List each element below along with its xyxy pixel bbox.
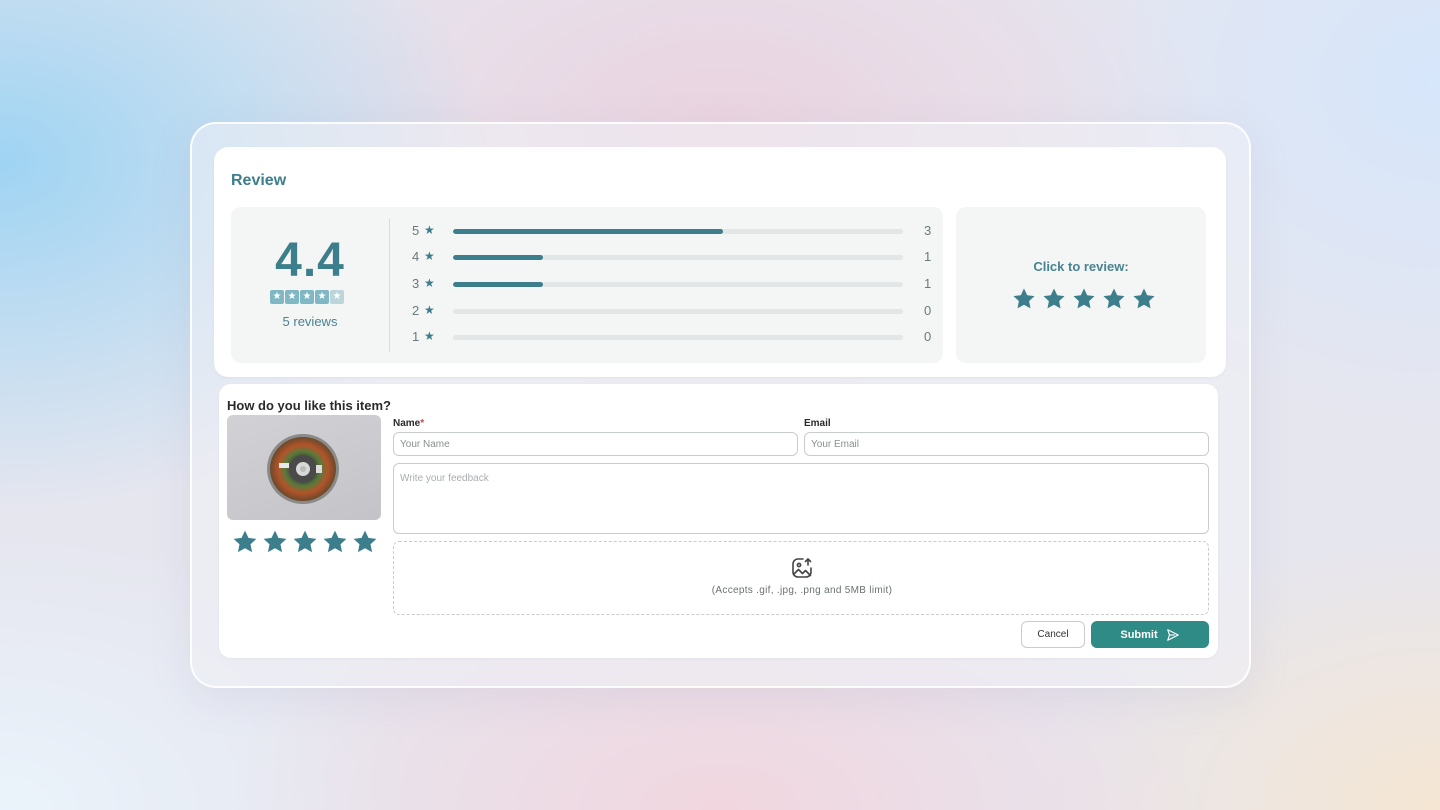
- distribution-bar: [453, 255, 903, 260]
- star-icon[interactable]: [1012, 287, 1036, 311]
- star-icon: ★: [424, 276, 435, 290]
- distribution-count: 1: [924, 249, 932, 264]
- review-count: 5 reviews: [282, 314, 338, 329]
- star-icon[interactable]: [232, 529, 258, 555]
- click-to-review-stars: [1012, 287, 1156, 311]
- distribution-count: 1: [924, 276, 932, 291]
- submit-button[interactable]: Submit: [1091, 621, 1209, 648]
- star-icon[interactable]: [262, 529, 288, 555]
- name-input[interactable]: [393, 432, 798, 456]
- average-rating: 4.4: [275, 234, 345, 287]
- distribution-count: 0: [924, 303, 932, 318]
- distribution-star-label: 3: [412, 276, 420, 291]
- summary-divider: [389, 219, 390, 352]
- star-icon: ★: [270, 290, 284, 304]
- distribution-row: 1 ★ 0: [412, 327, 932, 347]
- distribution-star-label: 5: [412, 223, 420, 238]
- cancel-button[interactable]: Cancel: [1021, 621, 1085, 648]
- star-icon[interactable]: [292, 529, 318, 555]
- name-label: Name*: [393, 418, 424, 429]
- review-form-card: How do you like this item? Name* Your Na…: [219, 384, 1218, 658]
- star-icon[interactable]: [1072, 287, 1096, 311]
- distribution-count: 0: [924, 329, 932, 344]
- distribution-star-label: 2: [412, 303, 420, 318]
- star-icon[interactable]: [352, 529, 378, 555]
- distribution-bar-fill: [453, 255, 543, 260]
- distribution-bar: [453, 282, 903, 287]
- distribution-row: 5 ★ 3: [412, 221, 932, 241]
- distribution-bar-fill: [453, 282, 543, 287]
- star-icon: ★: [285, 290, 299, 304]
- distribution-bar: [453, 309, 903, 314]
- star-icon[interactable]: [1102, 287, 1126, 311]
- email-input[interactable]: [804, 432, 1209, 456]
- form-question: How do you like this item?: [227, 398, 391, 413]
- star-icon[interactable]: [1042, 287, 1066, 311]
- distribution-star-label: 1: [412, 329, 420, 344]
- distribution-bar: [453, 335, 903, 340]
- click-to-review-panel: Click to review:: [956, 207, 1206, 363]
- image-upload-icon[interactable]: [790, 556, 814, 580]
- distribution-count: 3: [924, 223, 932, 238]
- distribution-bar: [453, 229, 903, 234]
- star-icon: ★: [300, 290, 314, 304]
- required-mark: *: [420, 418, 425, 429]
- name-label-text: Name: [393, 418, 421, 429]
- distribution-row: 3 ★ 1: [412, 274, 932, 294]
- click-to-review-label: Click to review:: [1033, 259, 1129, 274]
- feedback-textarea[interactable]: [393, 463, 1209, 534]
- distribution-row: 2 ★ 0: [412, 301, 932, 321]
- star-icon: ★: [330, 290, 344, 304]
- star-icon: ★: [424, 223, 435, 237]
- review-summary-card: Review 4.4 ★ ★ ★ ★ ★ 5 reviews 5 ★ 3 4 ★…: [214, 147, 1226, 377]
- star-icon: ★: [424, 249, 435, 263]
- upload-hint: (Accepts .gif, .jpg, .png and 5MB limit): [711, 585, 893, 596]
- item-rating-stars: [232, 529, 378, 555]
- image-upload-dropzone[interactable]: (Accepts .gif, .jpg, .png and 5MB limit): [393, 541, 1209, 615]
- item-image: [227, 415, 381, 520]
- star-icon: ★: [424, 303, 435, 317]
- distribution-bar-fill: [453, 229, 723, 234]
- star-icon: ★: [424, 329, 435, 343]
- send-icon: [1166, 628, 1179, 641]
- star-icon[interactable]: [322, 529, 348, 555]
- distribution-star-label: 4: [412, 249, 420, 264]
- average-rating-stars: ★ ★ ★ ★ ★: [270, 290, 344, 304]
- cd-disc-image: [267, 434, 339, 504]
- rating-summary-panel: 4.4 ★ ★ ★ ★ ★ 5 reviews 5 ★ 3 4 ★ 1 3 ★ …: [231, 207, 943, 363]
- submit-label: Submit: [1120, 628, 1158, 641]
- distribution-row: 4 ★ 1: [412, 247, 932, 267]
- email-label: Email: [804, 418, 831, 429]
- star-icon: ★: [315, 290, 329, 304]
- star-icon[interactable]: [1132, 287, 1156, 311]
- review-title: Review: [231, 172, 287, 189]
